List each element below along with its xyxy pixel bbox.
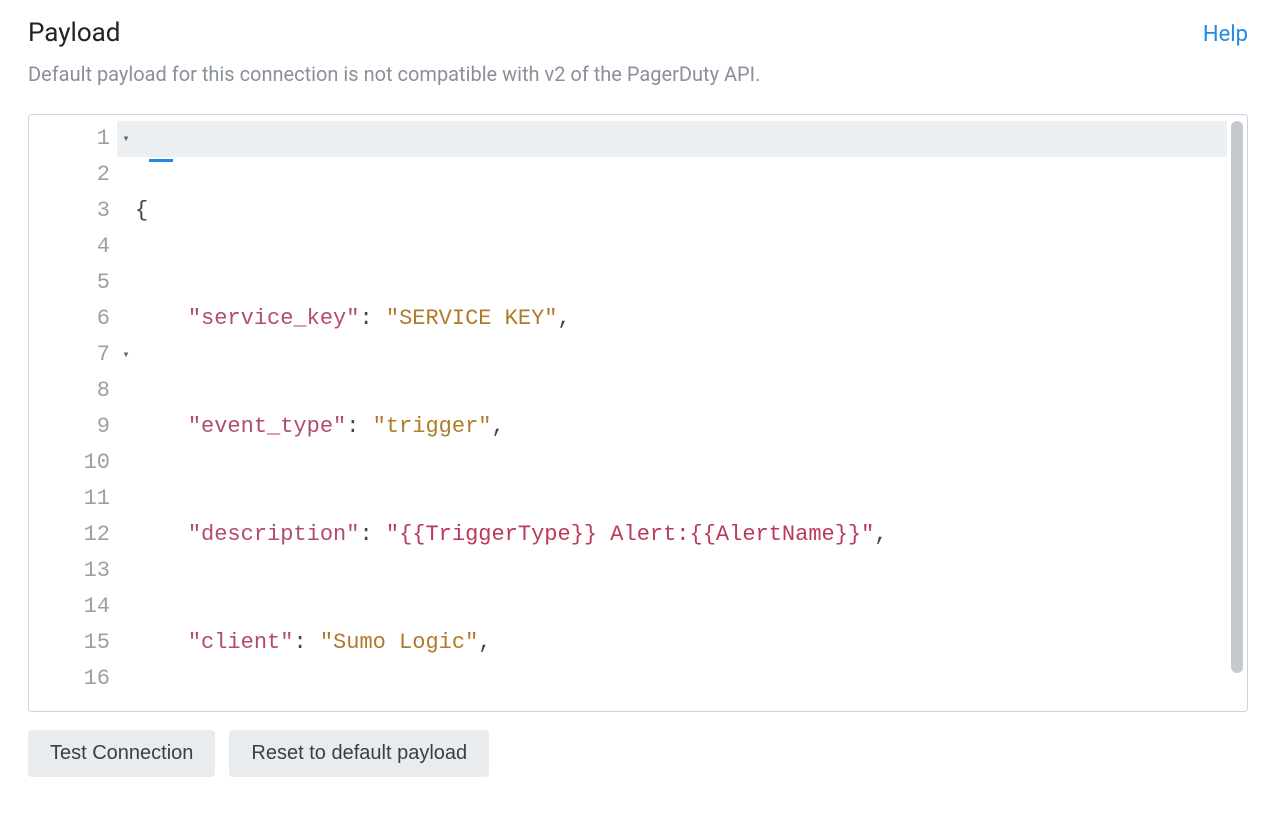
line-number: 15 — [29, 625, 116, 661]
line-number: 6 — [29, 301, 116, 337]
test-connection-button[interactable]: Test Connection — [28, 730, 215, 777]
line-number: 2 — [29, 157, 116, 193]
line-number: 3 — [29, 193, 116, 229]
line-number: 8 — [29, 373, 116, 409]
code-line[interactable]: "event_type": "trigger", — [135, 409, 1227, 445]
fold-toggle-icon[interactable] — [117, 337, 135, 373]
code-line[interactable]: "description": "{{TriggerType}} Alert:{{… — [135, 517, 1227, 553]
line-number: 7 — [29, 337, 116, 373]
fold-toggle-icon[interactable] — [117, 121, 135, 157]
code-line[interactable]: { — [135, 193, 1227, 229]
line-number: 16 — [29, 661, 116, 697]
payload-editor[interactable]: 1 2 3 4 5 6 7 8 9 10 11 12 13 14 15 16 — [28, 114, 1248, 712]
reset-payload-button[interactable]: Reset to default payload — [229, 730, 489, 777]
section-title: Payload — [28, 18, 120, 48]
line-number: 13 — [29, 553, 116, 589]
line-number: 12 — [29, 517, 116, 553]
code-line[interactable]: "client": "Sumo Logic", — [135, 625, 1227, 661]
line-number: 9 — [29, 409, 116, 445]
code-line[interactable]: "service_key": "SERVICE KEY", — [135, 301, 1227, 337]
line-number: 1 — [29, 121, 116, 157]
line-number: 5 — [29, 265, 116, 301]
line-number: 4 — [29, 229, 116, 265]
line-number-gutter: 1 2 3 4 5 6 7 8 9 10 11 12 13 14 15 16 — [29, 115, 117, 711]
code-area[interactable]: { "service_key": "SERVICE KEY", "event_t… — [135, 115, 1227, 711]
vertical-scrollbar[interactable] — [1231, 121, 1243, 673]
help-link[interactable]: Help — [1203, 22, 1248, 47]
line-number: 11 — [29, 481, 116, 517]
line-number: 14 — [29, 589, 116, 625]
compatibility-warning: Default payload for this connection is n… — [28, 62, 1248, 86]
line-number: 10 — [29, 445, 116, 481]
fold-gutter — [117, 115, 135, 711]
cursor-indicator — [149, 159, 173, 162]
